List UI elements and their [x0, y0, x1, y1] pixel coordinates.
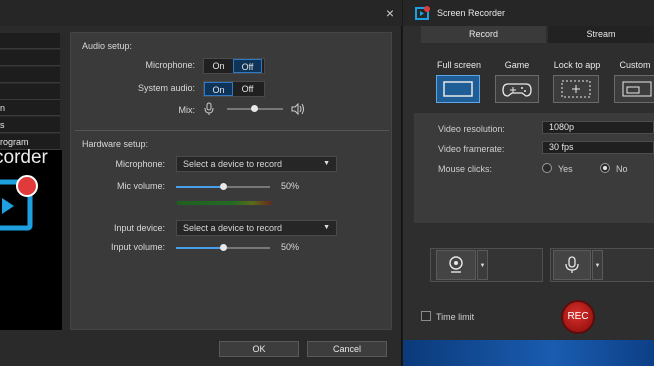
mode-custom-label: Custom: [619, 60, 651, 70]
webcam-dropdown-arrow[interactable]: ▼: [477, 250, 488, 280]
input-volume-fill: [176, 247, 223, 249]
video-framerate-select[interactable]: 30 fps: [542, 141, 654, 154]
chevron-down-icon: ▼: [323, 160, 330, 167]
nav-item[interactable]: [0, 50, 60, 66]
time-limit-label: Time limit: [436, 312, 475, 322]
recorder-title: Screen Recorder: [437, 8, 506, 18]
game-mode-button[interactable]: [495, 75, 539, 103]
mode-game-label: Game: [504, 60, 530, 70]
system-audio-label: System audio:: [137, 83, 195, 93]
cancel-button[interactable]: Cancel: [307, 341, 387, 357]
mic-volume-value: 50%: [281, 181, 300, 191]
video-resolution-select[interactable]: 1080p: [542, 121, 654, 134]
microphone-on-option[interactable]: On: [204, 59, 233, 73]
mic-volume-fill: [176, 186, 223, 188]
tab-stream[interactable]: Stream: [548, 26, 654, 43]
custom-region-icon: [622, 81, 652, 97]
section-divider: [75, 130, 389, 131]
microphone-off-option[interactable]: Off: [233, 59, 262, 73]
input-volume-knob[interactable]: [220, 244, 227, 251]
rec-button[interactable]: REC: [561, 300, 595, 334]
time-limit-checkbox[interactable]: [421, 311, 431, 321]
tab-record[interactable]: Record: [421, 26, 546, 43]
mouse-clicks-no-label: No: [616, 164, 628, 174]
speaker-icon: [291, 102, 305, 116]
gamepad-icon: [502, 83, 532, 97]
nav-item[interactable]: [0, 84, 60, 100]
lock-to-app-icon: [561, 80, 591, 98]
microphone-icon: [565, 256, 579, 273]
logo-wordmark: corder: [0, 147, 48, 168]
nav-item-n[interactable]: n: [0, 100, 60, 116]
nav-item-s[interactable]: s: [0, 117, 60, 133]
mode-lock-to-app-label: Lock to app: [553, 60, 601, 70]
record-settings-panel: Video resolution: 1080p Video framerate:…: [414, 113, 654, 223]
mouse-clicks-yes-radio[interactable]: [542, 163, 552, 173]
recorder-titlebar: Screen Recorder: [403, 0, 654, 26]
mix-slider-knob[interactable]: [251, 105, 258, 112]
app-logo: [0, 150, 62, 330]
microphone-dropdown-arrow[interactable]: ▼: [592, 250, 603, 280]
custom-mode-button[interactable]: [614, 75, 654, 103]
mic-volume-label: Mic volume:: [116, 181, 165, 191]
close-icon[interactable]: ×: [382, 5, 398, 21]
mic-level-meter: [176, 200, 272, 206]
mic-volume-knob[interactable]: [220, 183, 227, 190]
system-audio-off-option[interactable]: Off: [233, 82, 262, 96]
desktop-taskbar-strip: [403, 340, 654, 366]
webcam-button[interactable]: [436, 250, 476, 280]
microphone-toggle[interactable]: On Off: [203, 58, 265, 74]
input-device-dropdown[interactable]: Select a device to record ▼: [176, 220, 337, 236]
dialog-titlebar: [0, 0, 402, 26]
ok-button[interactable]: OK: [219, 341, 299, 357]
video-resolution-label: Video resolution:: [438, 124, 505, 134]
nav-item[interactable]: [0, 67, 60, 83]
mouse-clicks-label: Mouse clicks:: [438, 164, 493, 174]
mouse-clicks-no-radio[interactable]: [600, 163, 610, 173]
input-device-label: Input device:: [113, 223, 165, 233]
settings-content: Audio setup: Microphone: On Off System a…: [70, 32, 392, 330]
microphone-label: Microphone:: [145, 60, 195, 70]
screen-recorder-window: Screen Recorder Record Stream Full scree…: [403, 0, 654, 366]
mode-full-screen-label: Full screen: [436, 60, 481, 70]
system-audio-toggle[interactable]: On Off: [203, 81, 265, 97]
mix-label: Mix:: [178, 105, 196, 115]
recorder-app-icon: [415, 5, 431, 21]
settings-dialog: × n s rogram corder Audio setup: Microph…: [0, 0, 402, 366]
input-device-value: Select a device to record: [183, 223, 283, 233]
hardware-setup-title: Hardware setup:: [82, 139, 149, 149]
lock-to-app-mode-button[interactable]: [553, 75, 599, 103]
audio-setup-title: Audio setup:: [82, 41, 133, 51]
system-audio-on-option[interactable]: On: [204, 82, 233, 96]
microphone-device-value: Select a device to record: [183, 159, 283, 169]
mouse-clicks-yes-label: Yes: [558, 164, 573, 174]
nav-item[interactable]: [0, 33, 60, 49]
microphone-icon: [203, 102, 215, 116]
microphone-device-dropdown[interactable]: Select a device to record ▼: [176, 156, 337, 172]
video-framerate-label: Video framerate:: [438, 144, 505, 154]
input-volume-value: 50%: [281, 242, 300, 252]
chevron-down-icon: ▼: [323, 224, 330, 231]
hw-microphone-label: Microphone:: [115, 159, 165, 169]
input-volume-label: Input volume:: [110, 242, 165, 252]
webcam-icon: [449, 256, 463, 273]
full-screen-mode-button[interactable]: [436, 75, 480, 103]
recorder-microphone-button[interactable]: [553, 250, 591, 280]
